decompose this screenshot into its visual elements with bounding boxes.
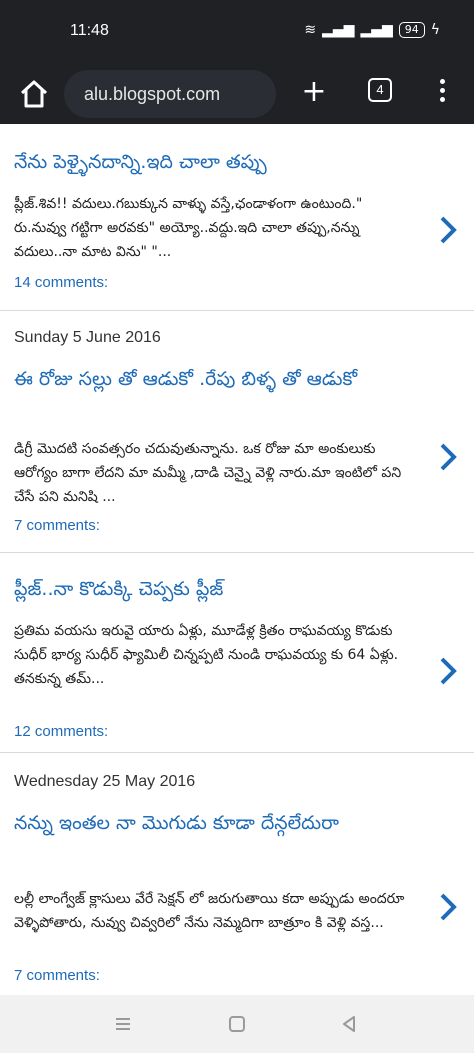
post-comments-link[interactable]: 7 comments:: [14, 967, 100, 984]
url-bar[interactable]: alu.blogspot.com: [64, 70, 276, 118]
chevron-right-icon[interactable]: [436, 653, 460, 689]
post-title[interactable]: ఈ రోజు సల్లు తో ఆడుకో .రేపు బిళ్ళ తో ఆడు…: [14, 363, 414, 395]
more-vert-icon: [439, 79, 445, 84]
post-comments-link[interactable]: 12 comments:: [14, 723, 108, 740]
more-menu-button[interactable]: [430, 76, 454, 112]
post-date: Wednesday 25 May 2016: [14, 773, 196, 790]
chevron-right-icon[interactable]: [436, 889, 460, 925]
battery-icon: 94: [398, 22, 425, 38]
status-time: 11:48: [70, 22, 109, 39]
blog-post-list: నేను పెళ్ళైనదాన్ని.ఇది చాలా తప్పు ప్లీజ్…: [0, 124, 474, 995]
post-snippet: డిగ్రీ మొదటి సంవత్సరం చదువుతున్నాను. ఒక …: [14, 441, 402, 505]
recents-icon[interactable]: [112, 1013, 134, 1035]
divider: [0, 552, 474, 553]
plus-icon: +: [301, 74, 327, 109]
post-date: Sunday 5 June 2016: [14, 329, 161, 346]
wifi-icon: ≋: [304, 22, 317, 38]
signal-icon: ▂▄▆: [322, 22, 355, 38]
signal-icon-2: ▂▄▆: [360, 22, 393, 38]
chevron-right-icon[interactable]: [436, 439, 460, 475]
post-comments-link[interactable]: 14 comments:: [14, 274, 108, 291]
post-title[interactable]: నన్ను ఇంతల నా మొగుడు కూడా దేన్గలేదురా: [14, 807, 354, 839]
back-icon[interactable]: [338, 1013, 360, 1035]
status-icons: ≋ ▂▄▆ ▂▄▆ 94 ϟ: [304, 22, 440, 38]
post-snippet: ప్రతిమ వయసు ఇరువై యారు ఏళ్లు, మూడేళ్ల క్…: [14, 623, 399, 687]
post-title[interactable]: ప్లీజ్..నా కొడుక్కి చెప్పకు ప్లీజ్: [14, 573, 394, 605]
post-snippet: ప్లీజ్.శివ!! వదులు.గబుక్కున వాళ్ళు వస్తే…: [14, 196, 363, 260]
post-comments-link[interactable]: 7 comments:: [14, 517, 100, 534]
post-snippet: లల్లీ లాంగ్వేజ్ క్లాసులు వేరే సెక్షన్ లో…: [14, 891, 405, 931]
post-title[interactable]: నేను పెళ్ళైనదాన్ని.ఇది చాలా తప్పు: [14, 146, 394, 178]
status-bar: 11:48 ≋ ▂▄▆ ▂▄▆ 94 ϟ: [0, 0, 474, 64]
home-icon: [20, 80, 48, 108]
tabs-button[interactable]: 4: [368, 78, 392, 102]
home-nav-icon[interactable]: [226, 1013, 248, 1035]
browser-toolbar: alu.blogspot.com + 4: [0, 64, 474, 124]
chevron-right-icon[interactable]: [436, 212, 460, 248]
divider: [0, 752, 474, 753]
divider: [0, 310, 474, 311]
new-tab-button[interactable]: +: [298, 72, 330, 112]
home-button[interactable]: [16, 76, 52, 112]
system-nav-bar: [0, 995, 474, 1053]
charging-icon: ϟ: [430, 22, 440, 38]
